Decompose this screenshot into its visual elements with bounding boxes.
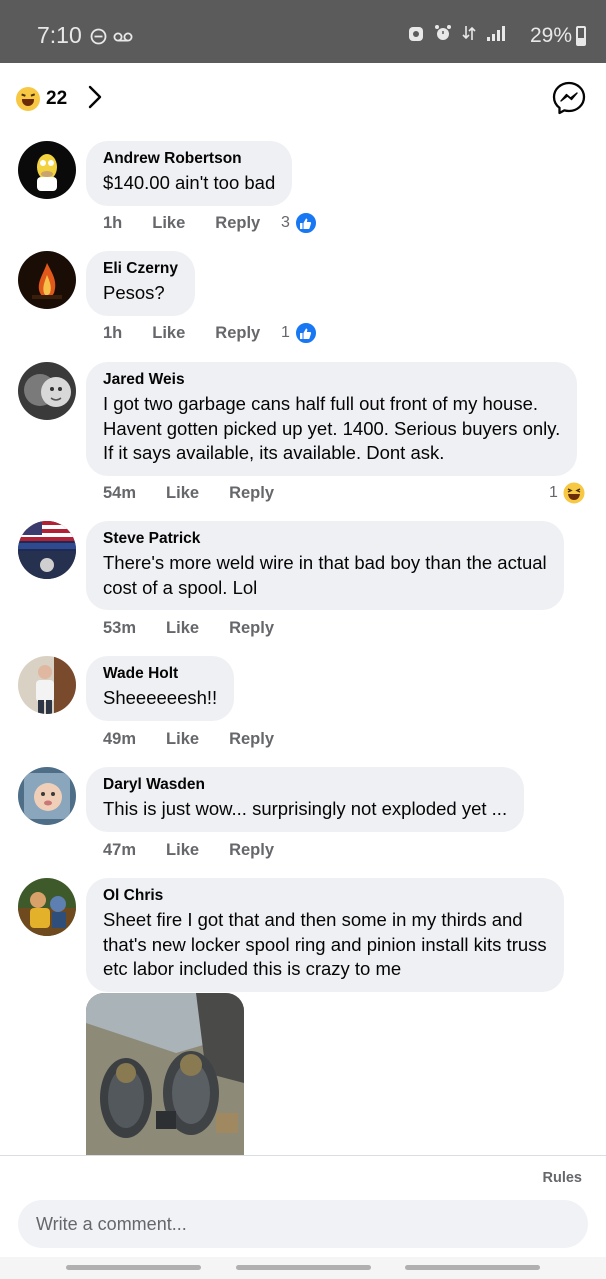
do-not-disturb-icon bbox=[90, 28, 107, 45]
haha-reaction-icon bbox=[16, 87, 40, 111]
comment-actions: 49m Like Reply bbox=[103, 730, 274, 749]
comment-bubble: Steve Patrick There's more weld wire in … bbox=[86, 521, 564, 610]
reply-button[interactable]: Reply bbox=[229, 841, 274, 860]
comment-item: Daryl Wasden This is just wow... surpris… bbox=[0, 767, 606, 867]
comment-composer: Rules bbox=[0, 1155, 606, 1279]
comment-actions: 1h Like Reply bbox=[103, 214, 260, 233]
like-button[interactable]: Like bbox=[166, 484, 199, 503]
comment-text: Pesos? bbox=[103, 282, 165, 303]
avatar[interactable] bbox=[18, 767, 76, 825]
comment-author[interactable]: Ol Chris bbox=[103, 887, 547, 905]
battery-icon bbox=[576, 26, 586, 46]
comments-header: 22 bbox=[0, 63, 606, 133]
comment-time[interactable]: 49m bbox=[103, 730, 136, 749]
status-time: 7:10 bbox=[37, 22, 82, 48]
comment-actions: 53m Like Reply bbox=[103, 619, 274, 638]
haha-reaction-icon bbox=[562, 481, 586, 505]
app-notification-icon bbox=[409, 27, 423, 41]
comment-reaction-summary[interactable]: 1 bbox=[281, 321, 318, 345]
nav-home-button[interactable] bbox=[236, 1265, 371, 1270]
like-reaction-icon bbox=[293, 211, 318, 235]
data-transfer-icon bbox=[462, 26, 476, 40]
like-button[interactable]: Like bbox=[166, 730, 199, 749]
comment-actions: 47m Like Reply bbox=[103, 841, 274, 860]
comment-bubble: Daryl Wasden This is just wow... surpris… bbox=[86, 767, 525, 832]
comment-reaction-summary[interactable]: 1 bbox=[549, 481, 586, 505]
comment-author[interactable]: Daryl Wasden bbox=[103, 776, 507, 794]
chevron-right-icon bbox=[87, 85, 103, 113]
comment-reaction-count: 1 bbox=[281, 324, 290, 341]
like-button[interactable]: Like bbox=[166, 619, 199, 638]
comment-text: I got two garbage cans half full out fro… bbox=[103, 393, 561, 463]
comment-time[interactable]: 1h bbox=[103, 214, 122, 233]
comment-bubble: Jared Weis I got two garbage cans half f… bbox=[86, 362, 578, 476]
comment-reaction-count: 1 bbox=[549, 484, 558, 501]
messenger-icon[interactable] bbox=[552, 81, 586, 115]
rules-link[interactable]: Rules bbox=[543, 1170, 583, 1186]
comment-text: This is just wow... surprisingly not exp… bbox=[103, 798, 508, 819]
battery-percent: 29% bbox=[529, 24, 572, 47]
comment-bubble: Andrew Robertson $140.00 ain't too bad bbox=[86, 141, 293, 206]
like-reaction-icon bbox=[293, 321, 318, 345]
comment-actions: 54m Like Reply bbox=[103, 484, 274, 503]
comment-item: Steve Patrick There's more weld wire in … bbox=[0, 521, 606, 646]
status-right-icons bbox=[408, 24, 506, 42]
avatar[interactable] bbox=[18, 141, 76, 199]
avatar[interactable] bbox=[18, 251, 76, 309]
comment-reaction-count: 3 bbox=[281, 214, 290, 231]
reply-button[interactable]: Reply bbox=[229, 730, 274, 749]
comment-item: Ol Chris Sheet fire I got that and then … bbox=[0, 878, 606, 1155]
comment-time[interactable]: 54m bbox=[103, 484, 136, 503]
comment-author[interactable]: Eli Czerny bbox=[103, 260, 178, 278]
avatar[interactable] bbox=[18, 878, 76, 936]
comment-bubble: Wade Holt Sheeeeeesh!! bbox=[86, 656, 235, 721]
nav-back-button[interactable] bbox=[405, 1265, 540, 1270]
comment-author[interactable]: Wade Holt bbox=[103, 665, 217, 683]
reaction-summary[interactable]: 22 bbox=[16, 85, 103, 113]
comment-time[interactable]: 47m bbox=[103, 841, 136, 860]
comment-photo-attachment[interactable] bbox=[86, 993, 244, 1155]
comment-bubble: Ol Chris Sheet fire I got that and then … bbox=[86, 878, 564, 992]
comment-text: $140.00 ain't too bad bbox=[103, 172, 276, 193]
alarm-icon bbox=[435, 25, 451, 40]
like-button[interactable]: Like bbox=[166, 841, 199, 860]
comment-item: Wade Holt Sheeeeeesh!! 49m Like Reply bbox=[0, 656, 606, 756]
like-button[interactable]: Like bbox=[152, 324, 185, 343]
comment-text: Sheeeeeesh!! bbox=[103, 687, 218, 708]
nav-recents-button[interactable] bbox=[66, 1265, 201, 1270]
comment-reaction-summary[interactable]: 3 bbox=[281, 211, 318, 235]
comment-author[interactable]: Steve Patrick bbox=[103, 530, 547, 548]
comment-item: Jared Weis I got two garbage cans half f… bbox=[0, 362, 606, 512]
reply-button[interactable]: Reply bbox=[215, 214, 260, 233]
comment-actions: 1h Like Reply bbox=[103, 324, 260, 343]
avatar[interactable] bbox=[18, 362, 76, 420]
reply-button[interactable]: Reply bbox=[215, 324, 260, 343]
reply-button[interactable]: Reply bbox=[229, 619, 274, 638]
avatar[interactable] bbox=[18, 656, 76, 714]
comment-author[interactable]: Jared Weis bbox=[103, 371, 560, 389]
comment-item: Eli Czerny Pesos? 1h Like Reply 1 bbox=[0, 251, 606, 351]
comment-input[interactable] bbox=[18, 1200, 588, 1248]
like-button[interactable]: Like bbox=[152, 214, 185, 233]
battery-status: 29% bbox=[530, 24, 586, 48]
comment-bubble: Eli Czerny Pesos? bbox=[86, 251, 195, 316]
comments-list: Andrew Robertson $140.00 ain't too bad 1… bbox=[0, 133, 606, 1155]
comment-time[interactable]: 1h bbox=[103, 324, 122, 343]
voicemail-icon bbox=[113, 32, 133, 42]
comment-text: Sheet fire I got that and then some in m… bbox=[103, 909, 547, 979]
comment-item: Andrew Robertson $140.00 ain't too bad 1… bbox=[0, 141, 606, 241]
signal-icon bbox=[487, 26, 505, 41]
status-left-icons bbox=[90, 28, 133, 45]
comment-author[interactable]: Andrew Robertson bbox=[103, 150, 275, 168]
system-navigation-bar bbox=[0, 1257, 606, 1279]
reaction-count: 22 bbox=[46, 88, 68, 109]
reply-button[interactable]: Reply bbox=[229, 484, 274, 503]
status-bar: 7:10 29% bbox=[0, 0, 606, 63]
comment-text: There's more weld wire in that bad boy t… bbox=[103, 552, 547, 598]
avatar[interactable] bbox=[18, 521, 76, 579]
comment-time[interactable]: 53m bbox=[103, 619, 136, 638]
